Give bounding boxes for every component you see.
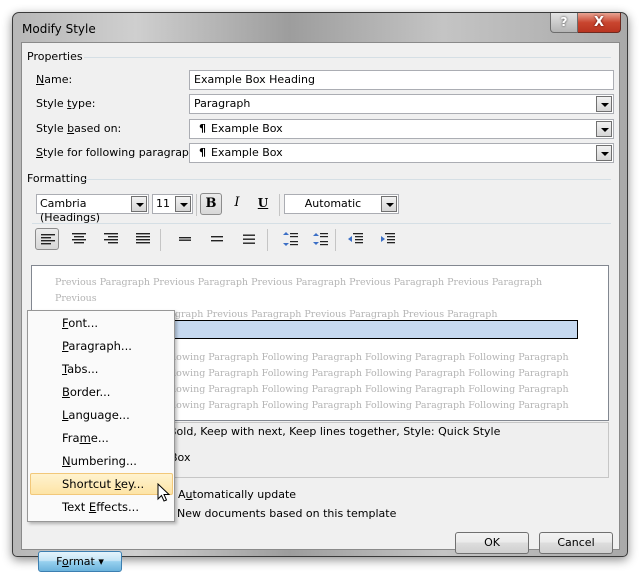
one-half-spacing-button[interactable] (205, 228, 229, 250)
single-spacing-button[interactable] (173, 228, 197, 250)
align-left-icon (41, 234, 55, 245)
align-right-button[interactable] (99, 228, 123, 250)
toolbar-separator (335, 229, 336, 251)
align-center-button[interactable] (67, 228, 91, 250)
style-following-value: Example Box (211, 146, 283, 159)
description-line-1: Bold, Keep with next, Keep lines togethe… (169, 425, 501, 438)
chevron-down-icon[interactable] (131, 196, 147, 212)
decrease-paragraph-spacing-button[interactable] (309, 228, 333, 250)
underline-button[interactable]: U (252, 193, 274, 215)
menu-item-shortcut-key[interactable]: Shortcut key... (30, 473, 173, 495)
chevron-down-icon[interactable] (381, 196, 397, 212)
menu-item-text-effects[interactable]: Text Effects... (30, 496, 173, 518)
menu-item-tabs[interactable]: Tabs... (30, 358, 173, 380)
toolbar-separator (196, 194, 197, 216)
align-left-button[interactable] (35, 228, 59, 250)
menu-item-numbering[interactable]: Numbering... (30, 450, 173, 472)
menu-item-border[interactable]: Border... (30, 381, 173, 403)
dropdown-arrow-icon: ▾ (98, 555, 104, 568)
mouse-pointer-icon (157, 483, 171, 502)
one-half-spacing-icon (211, 236, 223, 242)
font-color-select[interactable]: Automatic (284, 194, 399, 214)
auto-update-checkbox[interactable]: Automatically update (178, 488, 296, 501)
font-color-value: Automatic (304, 197, 362, 210)
formatting-toolbar-divider (32, 223, 611, 224)
chevron-down-icon[interactable] (175, 196, 191, 212)
paragraph-mark-icon: ¶ (199, 146, 206, 159)
style-type-label: Style type: (36, 97, 96, 110)
font-name-select[interactable]: Cambria (Headings) (36, 194, 149, 224)
chevron-down-icon[interactable] (596, 145, 612, 161)
align-right-icon (104, 233, 118, 244)
style-based-on-label: Style based on: (36, 122, 122, 135)
formatting-divider (84, 179, 611, 180)
style-based-on-value: Example Box (211, 122, 283, 135)
properties-group-label: Properties (27, 50, 83, 63)
dialog-title: Modify Style (22, 22, 96, 36)
style-type-select[interactable]: Paragraph (189, 94, 614, 114)
menu-item-font[interactable]: Font... (30, 312, 173, 334)
decrease-indent-icon (348, 233, 363, 244)
decrease-spacing-icon (313, 233, 328, 246)
chevron-down-icon[interactable] (596, 96, 612, 112)
menu-item-frame[interactable]: Frame... (30, 427, 173, 449)
style-following-label: Style for following paragraph: (36, 146, 200, 159)
formatting-group-label: Formatting (27, 172, 88, 185)
font-name-value: Cambria (Headings) (40, 197, 101, 224)
increase-spacing-icon (283, 232, 298, 246)
style-following-select[interactable]: ¶ Example Box (189, 143, 614, 163)
toolbar-separator (267, 229, 268, 251)
format-menu: Font... Paragraph... Tabs... Border... L… (27, 310, 175, 522)
justify-button[interactable] (131, 228, 155, 250)
single-spacing-icon (179, 237, 191, 241)
name-input[interactable]: Example Box Heading (189, 70, 614, 90)
title-bar[interactable]: Modify Style ? X (13, 13, 627, 43)
format-button[interactable]: Format ▾ (38, 551, 122, 572)
chevron-down-icon[interactable] (596, 121, 612, 137)
bold-button[interactable]: B (200, 193, 222, 215)
style-based-on-select[interactable]: ¶ Example Box (189, 119, 614, 139)
paragraph-mark-icon: ¶ (199, 122, 206, 135)
toolbar-separator (160, 229, 161, 251)
cancel-button[interactable]: Cancel (539, 532, 613, 554)
menu-item-paragraph[interactable]: Paragraph... (30, 335, 173, 357)
increase-indent-button[interactable] (376, 228, 400, 250)
double-spacing-button[interactable] (237, 228, 261, 250)
increase-indent-icon (381, 233, 395, 244)
font-size-select[interactable]: 11 (152, 194, 193, 214)
style-type-value: Paragraph (194, 97, 251, 110)
ok-button[interactable]: OK (455, 532, 529, 554)
close-button[interactable]: X (578, 13, 621, 33)
name-label: Name: (36, 73, 73, 86)
justify-icon (136, 233, 150, 244)
help-button[interactable]: ? (550, 13, 578, 33)
new-documents-radio[interactable]: New documents based on this template (177, 507, 396, 520)
increase-paragraph-spacing-button[interactable] (279, 228, 303, 250)
double-spacing-icon (243, 234, 255, 244)
italic-button[interactable]: I (226, 193, 248, 215)
decrease-indent-button[interactable] (344, 228, 368, 250)
align-center-icon (72, 233, 86, 244)
toolbar-separator (279, 194, 280, 216)
properties-divider (84, 57, 611, 58)
font-size-value: 11 (156, 197, 170, 210)
menu-item-language[interactable]: Language... (30, 404, 173, 426)
